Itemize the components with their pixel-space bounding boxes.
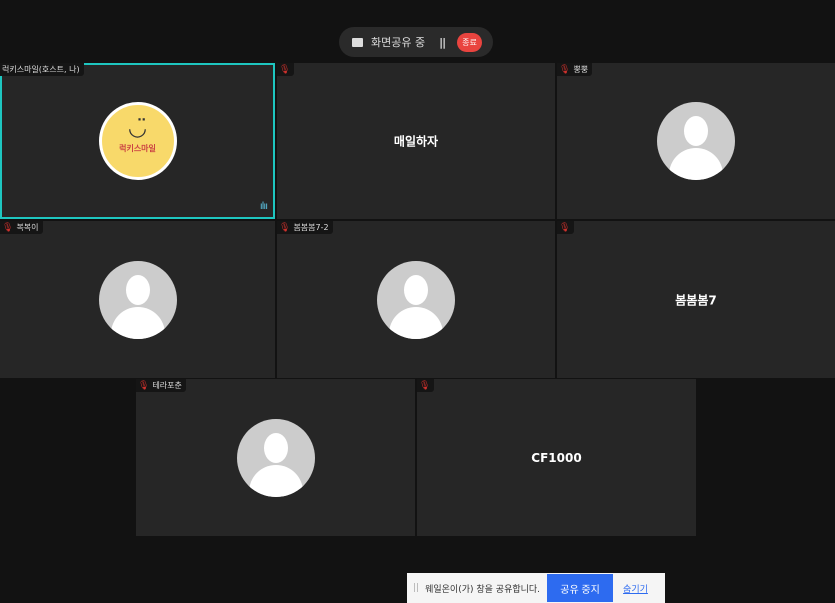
participant-name: 테라포춘	[152, 381, 182, 390]
mic-muted-icon: 🎙	[279, 64, 291, 75]
drag-handle-icon[interactable]: ||	[413, 583, 419, 593]
default-avatar	[98, 260, 177, 339]
avatar: ◡̈ 럭키스마일	[98, 102, 177, 180]
video-tile[interactable]: 🎙 봄봄봄7	[557, 221, 835, 378]
pause-icon[interactable]: ||	[439, 36, 446, 49]
smiley-icon: ◡̈	[127, 116, 148, 141]
mic-muted-icon: 🎙	[419, 380, 431, 391]
screen-share-status-pill: 화면공유 중 || 종료	[339, 27, 493, 57]
participant-name: 뿡뿡	[573, 65, 589, 74]
default-avatar	[377, 260, 455, 339]
mic-muted-icon: 🎙	[559, 222, 571, 233]
video-tile[interactable]: 🎙 복복이	[0, 221, 275, 378]
screen-share-icon	[352, 37, 363, 47]
participant-label: 🎙 복복이	[0, 221, 43, 234]
participant-name: 럭키스마일(호스트, 나)	[2, 65, 80, 74]
participant-label: 럭키스마일(호스트, 나)	[0, 63, 84, 76]
video-tile[interactable]: 🎙 매일하자	[277, 63, 555, 219]
stop-sharing-button[interactable]: 공유 중지	[547, 574, 614, 602]
default-avatar	[236, 418, 315, 497]
participant-name: 봄봄봄7	[675, 293, 717, 307]
end-share-button[interactable]: 종료	[457, 32, 482, 52]
participant-label: 🎙 뿡뿡	[557, 63, 593, 76]
participant-name: CF1000	[531, 450, 582, 465]
participant-label: 🎙	[417, 379, 435, 392]
share-status-text: 화면공유 중	[371, 36, 426, 49]
hide-link[interactable]: 숨기기	[623, 582, 648, 595]
participant-name: 매일하자	[393, 134, 439, 149]
default-avatar	[657, 102, 735, 180]
participant-label: 🎙 테라포춘	[136, 379, 186, 392]
video-tile[interactable]: 🎙 테라포춘	[136, 379, 415, 536]
avatar-text: 럭키스마일	[119, 144, 156, 153]
video-tile[interactable]: 🎙 CF1000	[417, 379, 696, 536]
mic-muted-icon: 🎙	[279, 222, 291, 233]
mic-muted-icon: 🎙	[2, 222, 14, 233]
participant-name: 봄봄봄7-2	[293, 223, 329, 232]
sharing-message: 웨일온이(가) 창을 공유합니다.	[425, 584, 541, 595]
participant-label: 🎙 봄봄봄7-2	[277, 221, 333, 234]
sharing-notification-bar: || 웨일온이(가) 창을 공유합니다. 공유 중지 숨기기	[407, 573, 665, 603]
participant-label: 🎙	[277, 63, 295, 76]
video-tile[interactable]: 🎙 봄봄봄7-2	[277, 221, 555, 378]
voice-activity-icon: ılıı	[259, 201, 268, 212]
participant-label: 🎙	[557, 221, 575, 234]
mic-muted-icon: 🎙	[138, 380, 150, 391]
participant-name: 복복이	[16, 223, 39, 232]
mic-muted-icon: 🎙	[559, 64, 571, 75]
video-tile[interactable]: 🎙 뿡뿡	[557, 63, 835, 219]
video-tile[interactable]: 럭키스마일(호스트, 나) ◡̈ 럭키스마일 ılıı	[0, 63, 275, 219]
